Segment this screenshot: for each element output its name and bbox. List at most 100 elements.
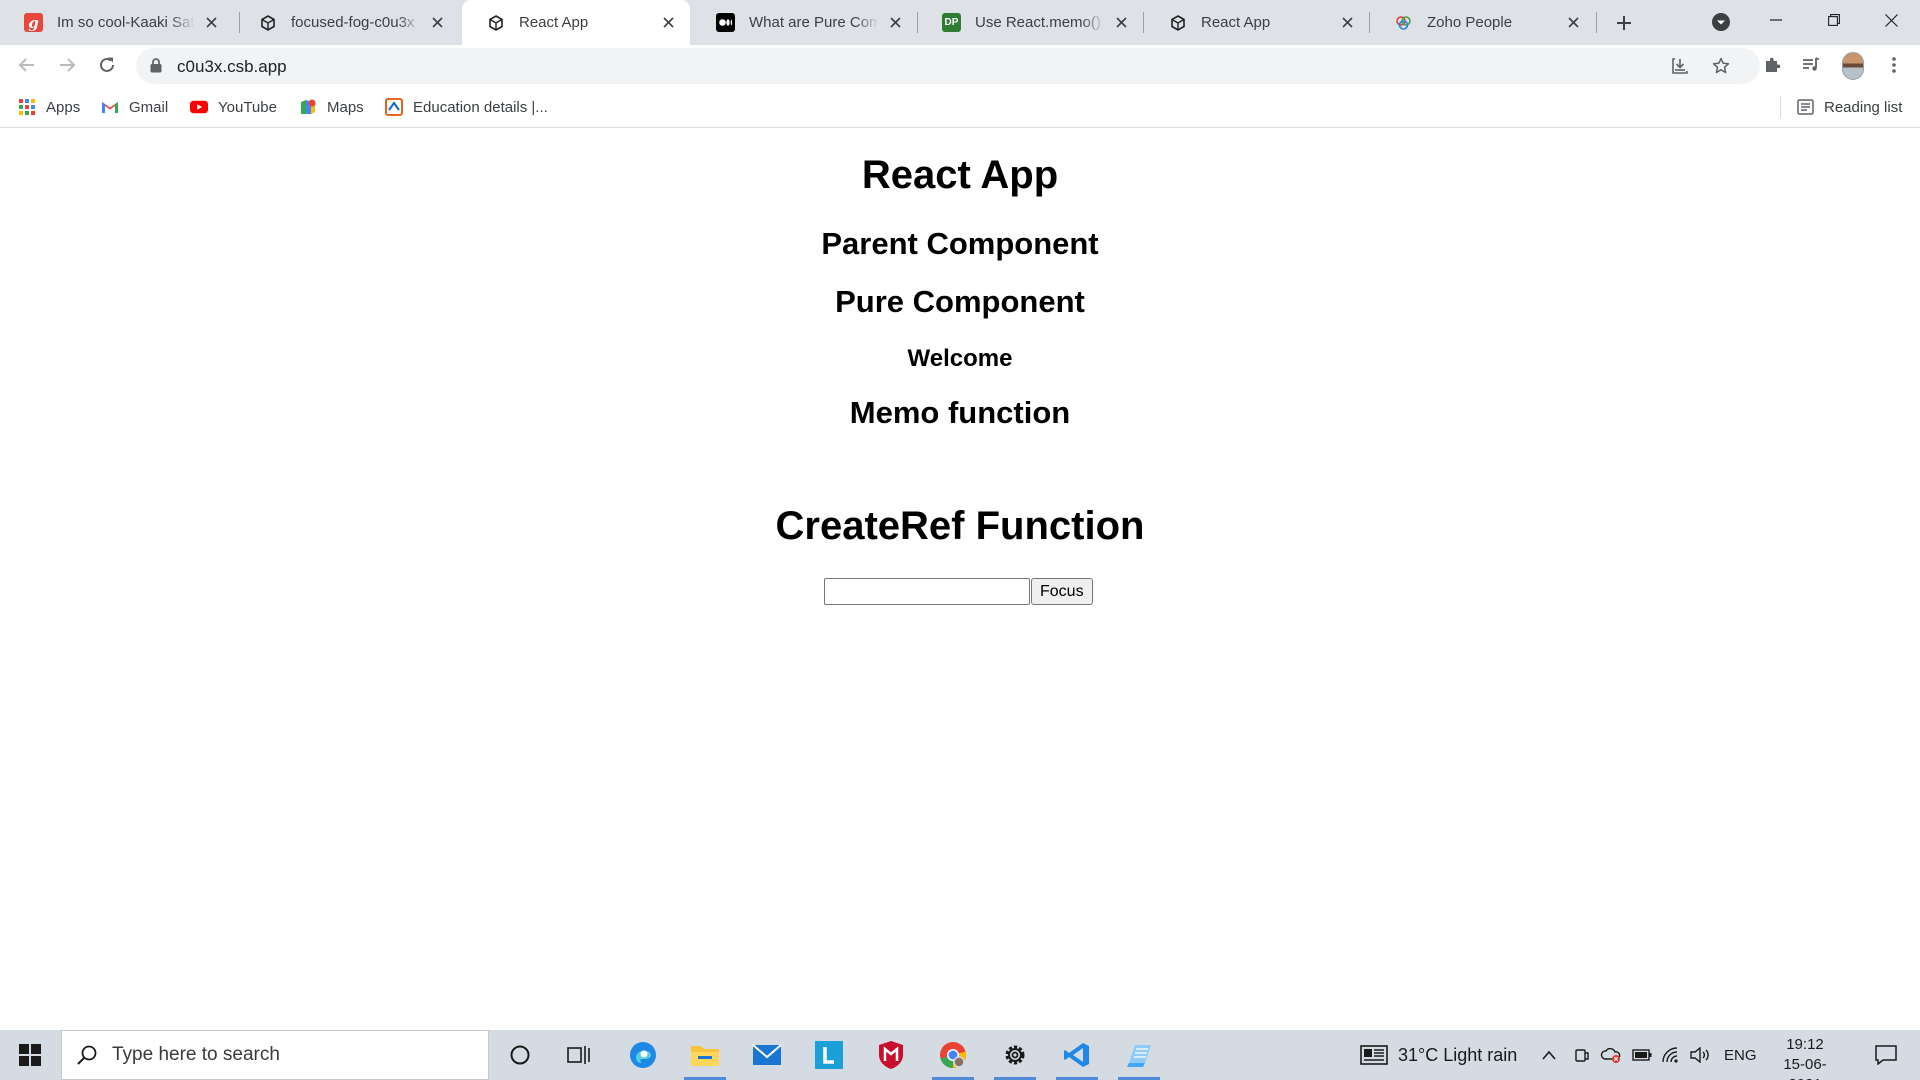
file-explorer-taskbar-button[interactable] (678, 1030, 732, 1080)
tab-react-app-2[interactable]: React App (1144, 0, 1369, 45)
edge-icon (630, 1042, 656, 1068)
lock-icon[interactable] (150, 58, 162, 78)
close-tab-icon[interactable] (660, 15, 676, 31)
close-tab-icon[interactable] (887, 15, 903, 31)
media-queue-icon (1803, 57, 1820, 71)
tray-device-icon[interactable] (1574, 1030, 1590, 1080)
new-tab-button[interactable] (1611, 10, 1637, 36)
close-tab-icon[interactable] (1565, 15, 1581, 31)
language-label: ENG (1724, 1046, 1757, 1064)
mail-taskbar-button[interactable] (740, 1030, 794, 1080)
tab-codesandbox[interactable]: focused-fog-c0u3x - CodeSandbox (234, 0, 459, 45)
bookmark-label: Maps (327, 98, 364, 116)
weather-news-icon (1360, 1045, 1388, 1065)
vscode-taskbar-button[interactable] (1050, 1030, 1104, 1080)
browser-toolbar: c0u3x.csb.app (0, 45, 1920, 86)
mcafee-taskbar-button[interactable] (864, 1030, 918, 1080)
minimize-button[interactable] (1747, 0, 1805, 40)
medium-icon (716, 13, 735, 32)
network-button[interactable] (1662, 1030, 1680, 1080)
battery-icon (1632, 1049, 1652, 1061)
taskbar-search-box[interactable]: Type here to search (61, 1030, 489, 1080)
menu-button[interactable] (1878, 49, 1910, 81)
bookmark-gmail[interactable]: Gmail (101, 94, 168, 120)
windows-taskbar: Type here to search 31°C Light rain ENG … (0, 1030, 1920, 1080)
cortana-button[interactable] (493, 1030, 547, 1080)
clock-time: 19:12 (1786, 1036, 1824, 1053)
bookmark-maps[interactable]: Maps (299, 94, 364, 120)
reload-button[interactable] (91, 49, 123, 81)
focus-button[interactable]: Focus (1031, 578, 1093, 605)
install-app-icon[interactable] (1668, 54, 1692, 78)
ref-text-input[interactable] (824, 578, 1030, 605)
back-button[interactable] (11, 49, 43, 81)
kebab-menu-icon (1892, 57, 1896, 73)
notification-icon (1875, 1045, 1897, 1065)
page-title: React App (861, 153, 1059, 197)
weather-widget[interactable]: 31°C Light rain (1360, 1030, 1517, 1080)
l-app-taskbar-button[interactable] (802, 1030, 856, 1080)
cloud-alert-icon (1600, 1047, 1621, 1063)
tab-title: focused-fog-c0u3x - CodeSandbox (291, 14, 421, 31)
clock-button[interactable]: 19:12 15-06-2021 (1768, 1035, 1842, 1080)
close-tab-icon[interactable] (1339, 15, 1355, 31)
clock-date: 15-06-2021 (1783, 1056, 1827, 1080)
tab-react-app-active[interactable]: React App (462, 0, 690, 45)
tab-gaana[interactable]: g Im so cool-Kaaki Sattai (0, 0, 233, 45)
tab-title: What are Pure Components (749, 14, 879, 31)
reading-list-label: Reading list (1824, 98, 1903, 116)
url-text[interactable]: c0u3x.csb.app (177, 57, 287, 77)
media-control-button[interactable] (1795, 49, 1827, 81)
createref-controls: Focus (824, 578, 1093, 606)
forward-button[interactable] (51, 49, 83, 81)
tab-search-button[interactable] (1709, 10, 1733, 34)
tab-react-memo[interactable]: DP Use React.memo() wisely (918, 0, 1143, 45)
settings-taskbar-button[interactable] (988, 1030, 1042, 1080)
tab-zoho-people[interactable]: Zoho People (1370, 0, 1595, 45)
mcafee-icon (879, 1041, 903, 1069)
close-icon (1884, 13, 1898, 27)
task-view-button[interactable] (552, 1030, 606, 1080)
tab-title: React App (519, 14, 589, 31)
tab-title: Zoho People (1427, 14, 1513, 31)
reading-list-button[interactable]: Reading list (1796, 94, 1902, 120)
notepad-taskbar-button[interactable] (1112, 1030, 1166, 1080)
bookmark-apps[interactable]: Apps (18, 94, 80, 120)
reading-list-icon (1796, 98, 1814, 116)
close-tab-icon[interactable] (1113, 15, 1129, 31)
volume-button[interactable] (1690, 1030, 1710, 1080)
forward-arrow-icon (60, 58, 76, 72)
tab-pure-components[interactable]: What are Pure Components (692, 0, 917, 45)
memo-function-heading: Memo function (849, 395, 1071, 430)
codesandbox-icon (486, 13, 505, 32)
bookmark-youtube[interactable]: YouTube (190, 94, 277, 120)
battery-button[interactable] (1632, 1030, 1652, 1080)
profile-avatar[interactable] (1842, 52, 1864, 80)
apps-grid-icon (18, 98, 36, 116)
start-button[interactable] (0, 1030, 60, 1080)
tray-security-icon[interactable] (1600, 1030, 1622, 1080)
dmitripavlutin-icon: DP (942, 13, 961, 32)
parent-component-heading: Parent Component (821, 226, 1099, 261)
chevron-up-icon (1542, 1050, 1556, 1060)
bookmark-education[interactable]: Education details |... (385, 94, 548, 120)
extensions-button[interactable] (1756, 49, 1788, 81)
address-bar[interactable]: c0u3x.csb.app (136, 48, 1760, 84)
action-center-button[interactable] (1862, 1030, 1910, 1080)
edge-taskbar-button[interactable] (616, 1030, 670, 1080)
pure-component-heading: Pure Component (835, 284, 1085, 319)
cortana-icon (510, 1045, 530, 1065)
close-window-button[interactable] (1862, 0, 1920, 40)
plus-icon (1617, 16, 1631, 30)
codesandbox-icon (1168, 13, 1187, 32)
gaana-icon: g (24, 13, 43, 32)
show-hidden-icons-button[interactable] (1542, 1030, 1556, 1080)
close-tab-icon[interactable] (429, 15, 445, 31)
chrome-taskbar-button[interactable] (926, 1030, 980, 1080)
wifi-icon (1662, 1047, 1678, 1063)
input-language-button[interactable]: ENG (1724, 1030, 1757, 1080)
restore-button[interactable] (1805, 0, 1863, 40)
close-tab-icon[interactable] (203, 15, 219, 31)
bookmark-star-icon[interactable] (1709, 54, 1733, 78)
bookmarks-bar: Apps Gmail YouTube Maps Education detail… (0, 86, 1920, 128)
